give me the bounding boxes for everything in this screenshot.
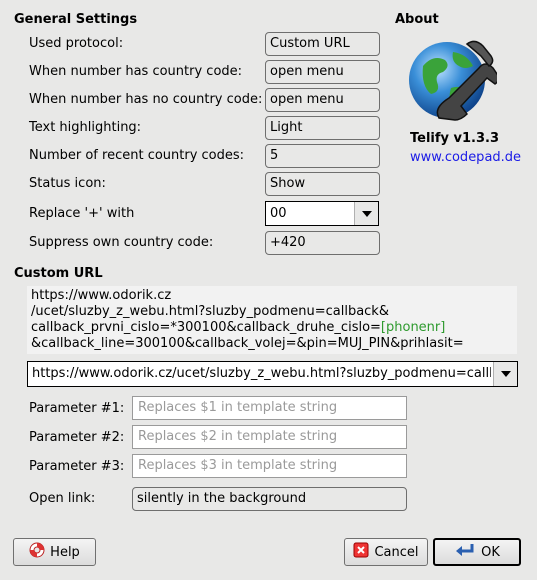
param2-input[interactable]: Replaces $2 in template string (132, 425, 407, 449)
cancel-icon (353, 542, 369, 562)
used-protocol-label: Used protocol: (29, 36, 124, 51)
help-label: Help (50, 544, 80, 560)
url-template-combo-value: https://www.odorik.cz/ucet/sluzby_z_webu… (32, 366, 491, 381)
chevron-down-icon[interactable] (493, 362, 517, 386)
help-button[interactable]: Help (13, 538, 96, 566)
param1-input[interactable]: Replaces $1 in template string (132, 396, 407, 420)
ok-button[interactable]: OK (433, 538, 521, 566)
ok-label: OK (481, 544, 500, 560)
open-link-field[interactable]: silently in the background (132, 487, 407, 511)
param3-input[interactable]: Replaces $3 in template string (132, 454, 407, 478)
status-icon-label: Status icon: (29, 176, 106, 191)
suppress-country-code-field[interactable]: +420 (265, 231, 380, 255)
globe-phone-icon (405, 32, 500, 124)
no-country-code-label: When number has no country code: (29, 92, 263, 107)
param2-label: Parameter #2: (29, 430, 125, 445)
custom-url-heading: Custom URL (14, 266, 103, 281)
open-link-label: Open link: (29, 491, 96, 506)
country-code-field[interactable]: open menu (265, 60, 380, 84)
template-line: &callback_line=300100&callback_volej=&pi… (31, 336, 464, 351)
param3-label: Parameter #3: (29, 459, 125, 474)
replace-plus-combo[interactable]: 00 (265, 201, 379, 226)
template-line: https://www.odorik.cz (31, 288, 172, 303)
chevron-down-icon[interactable] (354, 202, 378, 225)
app-name: Telify v1.3.3 (410, 131, 500, 146)
template-line: /ucet/sluzby_z_webu.html?sluzby_podmenu=… (31, 304, 389, 319)
country-code-label: When number has country code: (29, 64, 243, 79)
about-heading: About (395, 12, 439, 27)
url-template-combo[interactable]: https://www.odorik.cz/ucet/sluzby_z_webu… (27, 361, 518, 387)
return-arrow-icon (454, 542, 476, 562)
suppress-country-code-label: Suppress own country code: (29, 235, 214, 250)
lifebuoy-icon (29, 542, 45, 562)
param1-label: Parameter #1: (29, 401, 125, 416)
no-country-code-field[interactable]: open menu (265, 88, 380, 112)
replace-plus-value: 00 (270, 206, 287, 221)
cancel-button[interactable]: Cancel (344, 538, 428, 566)
template-line: callback_prvni_cislo=*300100&callback_dr… (31, 320, 446, 335)
cancel-label: Cancel (374, 544, 419, 560)
url-template-textview[interactable]: https://www.odorik.cz/ucet/sluzby_z_webu… (27, 286, 517, 354)
general-settings-heading: General Settings (14, 12, 138, 27)
text-highlighting-field[interactable]: Light (265, 116, 380, 140)
text-highlighting-label: Text highlighting: (29, 120, 142, 135)
recent-country-codes-field[interactable]: 5 (265, 144, 380, 168)
homepage-link[interactable]: www.codepad.de (410, 150, 521, 165)
used-protocol-field[interactable]: Custom URL (265, 32, 380, 56)
replace-plus-label: Replace '+' with (29, 206, 135, 221)
recent-country-codes-label: Number of recent country codes: (29, 148, 245, 163)
phonenr-token: [phonenr] (380, 320, 446, 335)
status-icon-field[interactable]: Show (265, 172, 380, 196)
